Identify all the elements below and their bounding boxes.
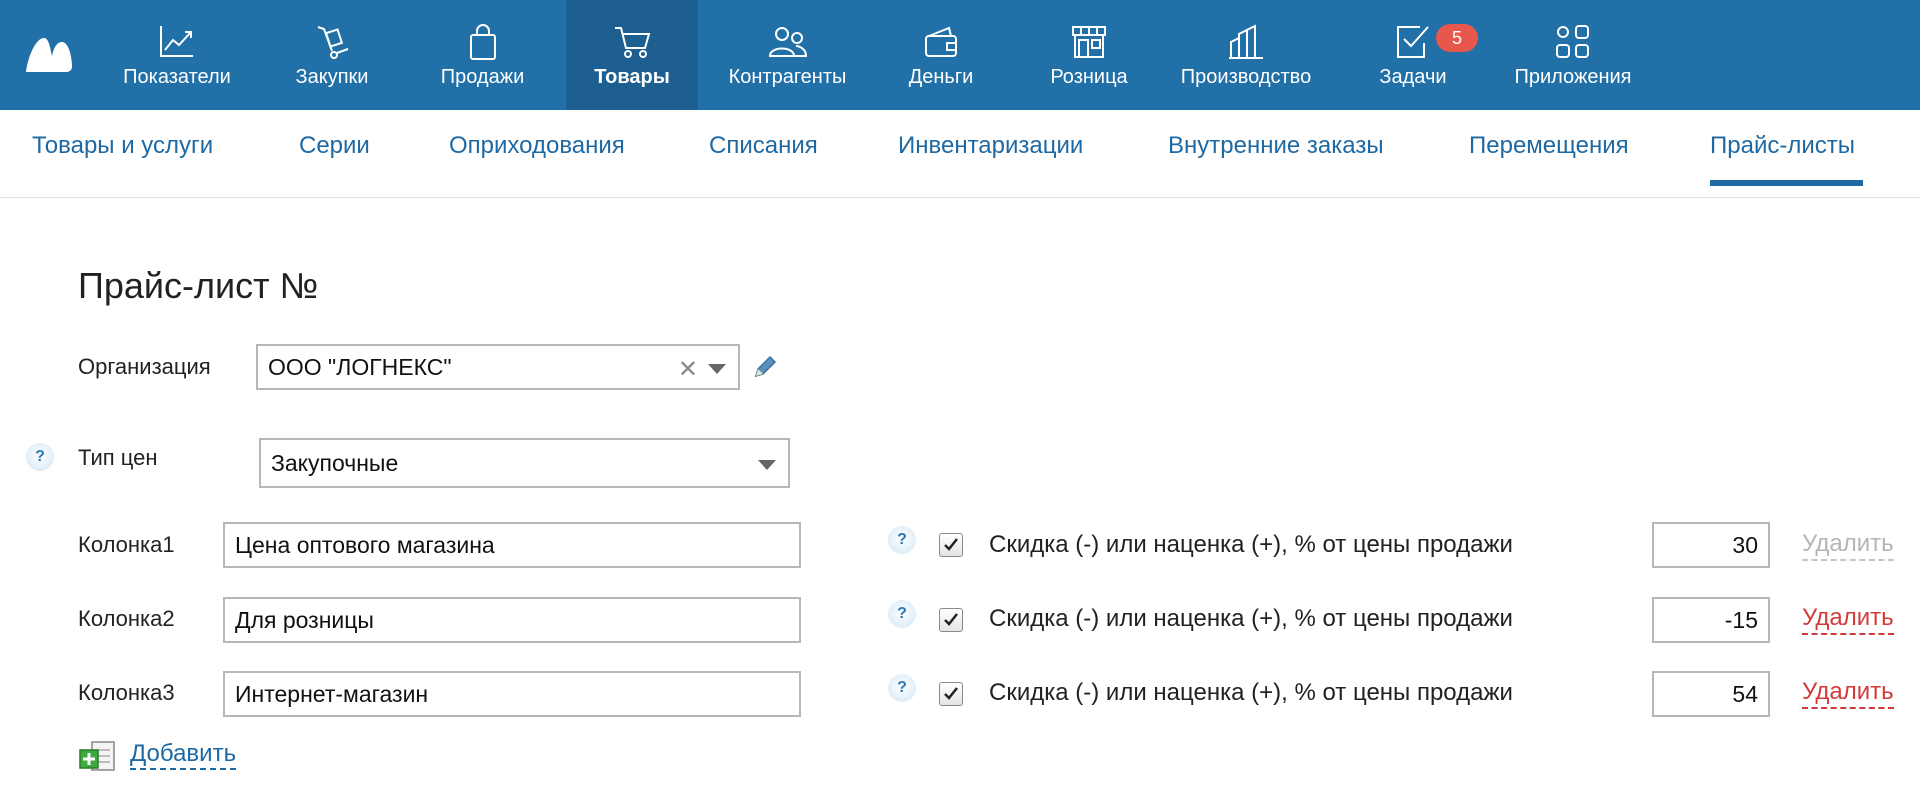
price-type-help-icon[interactable]: ?	[26, 443, 54, 471]
column1-delete-link[interactable]: Удалить	[1802, 530, 1894, 561]
app-logo-icon[interactable]	[22, 32, 76, 76]
price-type-select[interactable]: Закупочные	[259, 438, 790, 488]
column2-name-input[interactable]: Для розницы	[223, 597, 801, 643]
apps-grid-icon	[1553, 22, 1593, 62]
column2-name-value: Для розницы	[235, 606, 374, 633]
storefront-icon	[1069, 22, 1109, 62]
column1-name-value: Цена оптового магазина	[235, 531, 495, 558]
column1-percent-value: 30	[1732, 531, 1758, 558]
nav-item-label: Производство	[1180, 66, 1312, 88]
top-navigation-bar: Показатели Закупки Продажи Товары Контра…	[0, 0, 1920, 110]
column3-delete-link[interactable]: Удалить	[1802, 678, 1894, 709]
column3-percent-value: 54	[1732, 680, 1758, 707]
nav-item-label: Продажи	[440, 66, 525, 88]
column1-markup-label: Скидка (-) или наценка (+), % от цены пр…	[989, 531, 1513, 558]
subnav-item-transfers[interactable]: Перемещения	[1469, 132, 1629, 160]
nav-item-indicators[interactable]: Показатели	[112, 0, 242, 110]
nav-item-label: Товары	[594, 66, 670, 88]
shopping-bag-icon	[463, 22, 503, 62]
subnav-item-internal-orders[interactable]: Внутренние заказы	[1168, 132, 1384, 160]
column1-help-icon[interactable]: ?	[888, 526, 916, 554]
people-icon	[768, 22, 808, 62]
active-tab-underline	[1710, 180, 1863, 186]
column3-help-icon[interactable]: ?	[888, 674, 916, 702]
nav-item-tasks[interactable]: Задачи	[1368, 0, 1458, 110]
task-check-icon	[1393, 22, 1433, 62]
nav-item-production[interactable]: Производство	[1174, 0, 1318, 110]
chevron-down-icon[interactable]	[708, 364, 726, 374]
nav-item-label: Деньги	[908, 66, 974, 88]
column1-percent-input[interactable]: 30	[1652, 522, 1770, 568]
column3-name-input[interactable]: Интернет-магазин	[223, 671, 801, 717]
column3-markup-label: Скидка (-) или наценка (+), % от цены пр…	[989, 679, 1513, 706]
wallet-icon	[921, 22, 961, 62]
subnav-item-series[interactable]: Серии	[299, 132, 370, 160]
price-type-label: Тип цен	[78, 445, 158, 470]
chart-line-icon	[157, 22, 197, 62]
add-column-link[interactable]: Добавить	[130, 740, 237, 770]
page-title: Прайс-лист №	[78, 265, 319, 306]
nav-item-money[interactable]: Деньги	[896, 0, 986, 110]
column3-label: Колонка3	[78, 680, 175, 705]
column2-markup-checkbox[interactable]	[939, 608, 963, 632]
organization-label: Организация	[78, 354, 211, 379]
column3-markup-checkbox[interactable]	[939, 682, 963, 706]
column1-label: Колонка1	[78, 532, 175, 557]
nav-item-label: Приложения	[1514, 66, 1632, 88]
shopping-cart-icon	[612, 22, 652, 62]
add-column-icon[interactable]	[78, 740, 118, 774]
nav-item-retail[interactable]: Розница	[1040, 0, 1138, 110]
hand-truck-icon	[312, 22, 352, 62]
column2-markup-label: Скидка (-) или наценка (+), % от цены пр…	[989, 605, 1513, 632]
factory-icon	[1226, 22, 1266, 62]
column2-delete-link[interactable]: Удалить	[1802, 604, 1894, 635]
nav-item-label: Розница	[1050, 66, 1128, 88]
edit-pencil-icon[interactable]	[752, 354, 778, 380]
subnav-item-inventories[interactable]: Инвентаризации	[898, 132, 1083, 160]
subnav-item-write-offs[interactable]: Списания	[709, 132, 818, 160]
subnav-item-receipts[interactable]: Оприходования	[449, 132, 625, 160]
column3-percent-input[interactable]: 54	[1652, 671, 1770, 717]
column2-help-icon[interactable]: ?	[888, 600, 916, 628]
nav-item-counterparties[interactable]: Контрагенты	[720, 0, 855, 110]
nav-item-apps[interactable]: Приложения	[1508, 0, 1638, 110]
column3-name-value: Интернет-магазин	[235, 680, 429, 707]
sub-navigation: Товары и услуги Серии Оприходования Спис…	[0, 110, 1920, 198]
column1-name-input[interactable]: Цена оптового магазина	[223, 522, 801, 568]
price-type-value: Закупочные	[271, 449, 399, 476]
nav-item-label: Закупки	[295, 66, 369, 88]
nav-item-label: Контрагенты	[728, 66, 847, 88]
checkmark-icon	[944, 687, 958, 700]
checkmark-icon	[944, 613, 958, 626]
subnav-item-goods-services[interactable]: Товары и услуги	[32, 132, 213, 160]
nav-item-purchases[interactable]: Закупки	[282, 0, 382, 110]
checkmark-icon	[944, 538, 958, 551]
organization-select[interactable]: ООО "ЛОГНЕКС" ✕	[256, 344, 740, 390]
column1-markup-checkbox[interactable]	[939, 533, 963, 557]
column2-percent-input[interactable]: -15	[1652, 597, 1770, 643]
column2-percent-value: -15	[1724, 606, 1758, 633]
column2-label: Колонка2	[78, 606, 175, 631]
nav-item-label: Показатели	[123, 66, 231, 88]
clear-icon[interactable]: ✕	[678, 355, 698, 384]
nav-item-sales[interactable]: Продажи	[430, 0, 535, 110]
organization-value: ООО "ЛОГНЕКС"	[268, 353, 452, 380]
nav-item-goods[interactable]: Товары	[566, 0, 698, 110]
nav-item-label: Задачи	[1379, 66, 1447, 88]
subnav-item-price-lists[interactable]: Прайс-листы	[1710, 132, 1855, 160]
tasks-count-badge: 5	[1436, 24, 1478, 52]
chevron-down-icon[interactable]	[758, 460, 776, 470]
